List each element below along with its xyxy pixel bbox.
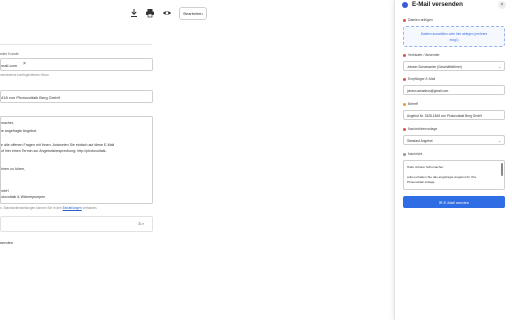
template-select[interactable]: Standard Angebot ⌄ xyxy=(403,135,505,145)
panel-subject-field[interactable]: Angebot Nr. 3328-1848 von Photovoltaik B… xyxy=(403,110,505,120)
recipient-label-text: Empfänger E-Mail xyxy=(408,77,436,81)
recipient-value: johann.amadeus@gmail.com xyxy=(407,89,449,93)
edit-button[interactable]: Bearbeiten xyxy=(179,7,207,20)
body-line: mbH xyxy=(1,189,9,193)
pager: 3 > xyxy=(0,216,153,232)
dropzone-text: Dateien auswählen oder hier ablegen (meh… xyxy=(420,32,488,36)
settings-hint-text: verfassen. xyxy=(81,206,98,210)
recipient-label: Empfänger E-Mail xyxy=(403,77,435,81)
message-line: Photovoltaik-Anlage. xyxy=(407,180,436,184)
panel-subject-value: Angebot Nr. 3328-1848 von Photovoltaik B… xyxy=(407,114,482,118)
paperclip-icon xyxy=(403,18,406,22)
mail-small-icon xyxy=(403,77,406,81)
customer-label: nder Kunde xyxy=(0,52,19,56)
message-label-text: Nachricht xyxy=(408,152,423,156)
body-line: ie angefragte Angebot. xyxy=(1,129,38,133)
message-label: Nachricht xyxy=(403,152,422,156)
remove-chip-icon[interactable]: × xyxy=(23,62,26,67)
message-line: anbei erhalten Sie das angefragte Angebo… xyxy=(407,175,477,179)
body-line: macher, xyxy=(1,121,14,125)
close-icon[interactable]: × xyxy=(498,1,506,9)
print-icon[interactable] xyxy=(143,6,157,20)
attach-label-text: Dateien anfügen xyxy=(408,18,433,22)
settings-hint-text: n. Standardeinstellungen können Sie in d… xyxy=(0,206,63,210)
customer-email-field[interactable]: mail.com × xyxy=(0,58,153,71)
panel-header: E-Mail versenden × xyxy=(402,1,506,10)
message-icon xyxy=(403,152,406,156)
sender-label: Verkäufer / Absender xyxy=(403,53,440,57)
subject-label: Betreff xyxy=(403,102,418,106)
dropzone-text: mögl.) xyxy=(449,38,459,42)
message-textarea[interactable]: Hallo Johann Schumacher, anbei erhalten … xyxy=(403,160,505,190)
pager-next[interactable]: 3 > xyxy=(138,221,144,226)
template-label: Nachrichtenvorlage xyxy=(403,127,437,131)
file-dropzone[interactable]: Dateien auswählen oder hier ablegen (meh… xyxy=(403,26,505,47)
body-line: uf hier einen Termin zur Angebotsbesprec… xyxy=(1,149,107,153)
chevron-down-icon: ⌄ xyxy=(498,138,501,143)
sender-label-text: Verkäufer / Absender xyxy=(408,53,440,57)
message-line: Hallo Johann Schumacher, xyxy=(407,165,444,169)
body-line: e alle offenen Fragen mit Ihnen. Antwort… xyxy=(1,143,115,147)
send-section-label: senden xyxy=(0,240,14,245)
user-icon xyxy=(403,53,406,57)
subject-value: 418 von Photovoltaik Berg GmbH xyxy=(1,94,61,100)
mail-icon xyxy=(402,2,408,8)
document-toolbar: Bearbeiten xyxy=(120,6,370,22)
attach-label: Dateien anfügen xyxy=(403,18,433,22)
template-label-text: Nachrichtenvorlage xyxy=(408,127,438,131)
settings-link[interactable]: Einstellungen xyxy=(63,206,82,210)
template-value: Standard Angebot xyxy=(407,139,433,143)
divider xyxy=(0,44,152,45)
scrollbar[interactable] xyxy=(501,163,503,176)
preview-eye-icon[interactable] xyxy=(160,6,174,20)
body-line: otovoltaik & Wärmepumpen xyxy=(1,195,46,199)
recipient-email-field[interactable]: johann.amadeus@gmail.com xyxy=(403,85,505,95)
subject-field[interactable]: 418 von Photovoltaik Berg GmbH xyxy=(0,90,153,103)
chevron-down-icon: ⌄ xyxy=(498,64,501,69)
sender-value: Johann Schumacher (Geschäftsführer) xyxy=(407,65,462,69)
download-icon[interactable] xyxy=(127,6,141,20)
sender-select[interactable]: Johann Schumacher (Geschäftsführer) ⌄ xyxy=(403,61,505,71)
settings-hint: n. Standardeinstellungen können Sie in d… xyxy=(0,206,97,210)
template-icon xyxy=(403,127,406,131)
email-body-editor[interactable]: macher, ie angefragte Angebot. e alle of… xyxy=(0,116,153,204)
send-email-panel: E-Mail versenden × Dateien anfügen Datei… xyxy=(394,0,512,320)
tag-icon xyxy=(403,102,406,106)
panel-title: E-Mail versenden xyxy=(412,1,463,8)
body-line: hnen zu hören, xyxy=(1,167,25,171)
customer-hint: mindestens kontingentiertes Hinzu xyxy=(0,73,49,77)
send-email-button[interactable]: ✉ E-Mail senden xyxy=(403,196,505,208)
subject-label-text: Betreff xyxy=(408,102,418,106)
customer-chip: mail.com xyxy=(1,62,18,68)
